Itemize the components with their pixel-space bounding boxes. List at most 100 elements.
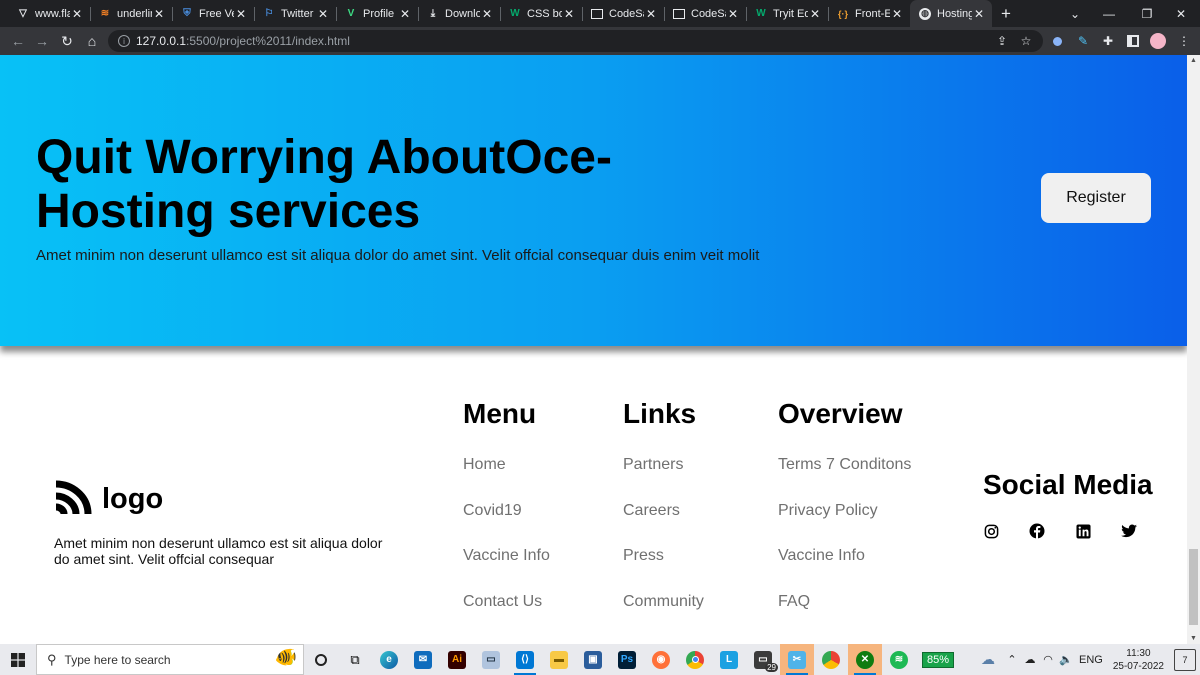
- logo[interactable]: logo: [54, 480, 163, 518]
- browser-tab-active[interactable]: ◍ Hosting ✕: [910, 0, 992, 27]
- footer-link[interactable]: Partners: [623, 456, 704, 502]
- linkedin-icon[interactable]: [1075, 523, 1091, 539]
- profile-avatar[interactable]: [1150, 33, 1166, 49]
- edge-icon[interactable]: e: [372, 644, 406, 675]
- close-tab-icon[interactable]: ✕: [890, 7, 904, 21]
- close-tab-icon[interactable]: ✕: [644, 7, 658, 21]
- footer-link[interactable]: Covid19: [463, 502, 550, 548]
- task-view-icon[interactable]: ⧉: [338, 644, 372, 675]
- browser-tab[interactable]: V Profile ✕: [336, 0, 418, 27]
- footer-link[interactable]: Vaccine Info: [778, 547, 911, 593]
- wifi-icon[interactable]: ◠: [1039, 653, 1057, 666]
- close-tab-icon[interactable]: ✕: [480, 7, 494, 21]
- onedrive-icon[interactable]: ☁: [1021, 653, 1039, 666]
- share-icon[interactable]: ⇪: [994, 33, 1010, 49]
- browser-tab[interactable]: ▽ www.fla ✕: [8, 0, 90, 27]
- instagram-icon[interactable]: [983, 523, 999, 539]
- close-tab-icon[interactable]: ✕: [562, 7, 576, 21]
- tab-search-icon[interactable]: ⌄: [1056, 0, 1094, 27]
- close-tab-icon[interactable]: ✕: [726, 7, 740, 21]
- address-bar[interactable]: i 127.0.0.1:5500/project%2011/index.html: [108, 30, 1043, 52]
- close-tab-icon[interactable]: ✕: [972, 7, 986, 21]
- browser-tab[interactable]: ⚐ Twitter ✕: [254, 0, 336, 27]
- browser-tab[interactable]: W CSS bo ✕: [500, 0, 582, 27]
- ssd-icon[interactable]: ▭: [474, 644, 508, 675]
- reload-button[interactable]: ↻: [57, 31, 77, 51]
- extensions-puzzle-icon[interactable]: ✚: [1100, 33, 1116, 49]
- language-indicator[interactable]: ENG: [1079, 654, 1103, 666]
- download-icon: ⤓: [430, 8, 436, 19]
- cortana-icon[interactable]: [304, 644, 338, 675]
- xbox-icon[interactable]: ✕: [848, 644, 882, 675]
- forward-button[interactable]: →: [32, 31, 52, 51]
- close-tab-icon[interactable]: ✕: [808, 7, 822, 21]
- virtualbox-icon[interactable]: ▣: [576, 644, 610, 675]
- tab-title: Twitter: [281, 7, 314, 20]
- close-tab-icon[interactable]: ✕: [234, 7, 248, 21]
- close-tab-icon[interactable]: ✕: [152, 7, 166, 21]
- footer-link[interactable]: Community: [623, 593, 704, 639]
- back-button[interactable]: ←: [8, 31, 28, 51]
- globe-icon: ◍: [919, 7, 931, 20]
- browser-tab[interactable]: ≋ underlin ✕: [90, 0, 172, 27]
- register-button[interactable]: Register: [1041, 173, 1151, 223]
- spotify-icon[interactable]: ≋: [882, 644, 916, 675]
- browser-tab[interactable]: ⛨ Free Ve ✕: [172, 0, 254, 27]
- snipping-tool-icon[interactable]: ✂: [780, 644, 814, 675]
- browser-tab[interactable]: CodeSa ✕: [664, 0, 746, 27]
- pen-extension-icon[interactable]: ✎: [1075, 33, 1091, 49]
- close-tab-icon[interactable]: ✕: [398, 7, 412, 21]
- close-tab-icon[interactable]: ✕: [70, 7, 84, 21]
- footer-link[interactable]: Contact Us: [463, 593, 550, 639]
- mail-icon[interactable]: ✉: [406, 644, 440, 675]
- scroll-up-arrow-icon[interactable]: ▲: [1190, 57, 1197, 64]
- start-button[interactable]: [0, 644, 36, 675]
- side-panel-icon[interactable]: [1125, 33, 1141, 49]
- weather-icon[interactable]: ☁: [973, 651, 1003, 668]
- footer-link[interactable]: Press: [623, 547, 704, 593]
- chevron-up-icon[interactable]: ⌃: [1003, 653, 1021, 666]
- site-info-icon[interactable]: i: [118, 35, 130, 47]
- vscode-icon[interactable]: ⟨⟩: [508, 644, 542, 675]
- footer-link[interactable]: Privacy Policy: [778, 502, 911, 548]
- close-window-button[interactable]: ✕: [1162, 0, 1200, 27]
- page-scrollbar[interactable]: ▲ ▼: [1187, 55, 1200, 644]
- menu-kebab-icon[interactable]: ⋮: [1176, 33, 1192, 49]
- chrome-profile-icon[interactable]: [814, 644, 848, 675]
- bookmark-star-icon[interactable]: ☆: [1018, 33, 1034, 49]
- scrollbar-thumb[interactable]: [1189, 549, 1198, 625]
- monitor-icon[interactable]: ▭ 29: [746, 644, 780, 675]
- w-icon: W: [510, 8, 520, 19]
- notification-center-icon[interactable]: 7: [1174, 648, 1196, 671]
- footer-link[interactable]: Home: [463, 456, 550, 502]
- tab-title: CodeSa: [609, 7, 644, 20]
- close-tab-icon[interactable]: ✕: [316, 7, 330, 21]
- browser-tab[interactable]: W Tryit Edi ✕: [746, 0, 828, 27]
- file-explorer-icon[interactable]: ▬: [542, 644, 576, 675]
- footer-link[interactable]: Careers: [623, 502, 704, 548]
- taskbar-search-box[interactable]: ⚲ Type here to search 🐠: [36, 644, 304, 675]
- windows-logo-icon: [11, 652, 25, 667]
- scroll-down-arrow-icon[interactable]: ▼: [1190, 635, 1197, 642]
- footer-link[interactable]: Vaccine Info: [463, 547, 550, 593]
- illustrator-icon[interactable]: Ai: [440, 644, 474, 675]
- launcher-icon[interactable]: L: [712, 644, 746, 675]
- battery-meter[interactable]: 85%: [916, 644, 960, 675]
- browser-tab[interactable]: ⤓ Downlo ✕: [418, 0, 500, 27]
- browser-tab[interactable]: CodeSa ✕: [582, 0, 664, 27]
- firefox-icon[interactable]: ◉: [644, 644, 678, 675]
- new-tab-button[interactable]: +: [992, 0, 1020, 27]
- volume-icon[interactable]: 🔈: [1057, 653, 1075, 666]
- footer-link[interactable]: FAQ: [778, 593, 911, 639]
- photoshop-icon[interactable]: Ps: [610, 644, 644, 675]
- clock[interactable]: 11:30 25-07-2022: [1113, 647, 1164, 673]
- chrome-icon[interactable]: [678, 644, 712, 675]
- footer-link[interactable]: Terms 7 Conditons: [778, 456, 911, 502]
- minimize-button[interactable]: —: [1090, 0, 1128, 27]
- twitter-icon[interactable]: [1121, 523, 1137, 539]
- home-button[interactable]: ⌂: [82, 31, 102, 51]
- restore-button[interactable]: ❐: [1128, 0, 1166, 27]
- browser-tab[interactable]: {·} Front-E ✕: [828, 0, 910, 27]
- facebook-icon[interactable]: [1029, 523, 1045, 539]
- extension-icon[interactable]: [1049, 33, 1065, 49]
